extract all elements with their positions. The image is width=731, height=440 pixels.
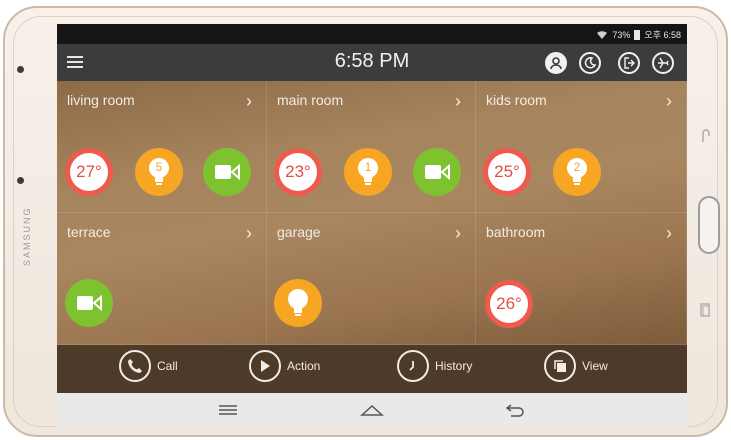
moon-icon [584,57,596,69]
room-name: bathroom [486,224,546,240]
airplane-icon [658,57,669,69]
rooms-grid: living room › 27° 5 main room › 23° 1 ki… [57,81,687,345]
battery-percent: 73% [612,29,631,40]
menu-icon[interactable] [67,56,83,69]
history-label: History [435,359,473,373]
status-bar: 73% 오후 6:58 [57,24,687,44]
room-name: terrace [67,224,111,240]
battery-icon [634,30,641,40]
chevron-right-icon[interactable]: › [666,91,672,112]
chevron-right-icon[interactable]: › [455,223,461,244]
hardware-recent-icon[interactable] [700,303,710,317]
thermostat-device[interactable]: 23° [274,148,322,196]
view-icon [544,350,576,382]
android-nav-bar [57,393,687,427]
light-count: 5 [155,160,163,174]
wifi-icon [597,30,608,39]
light-count: 1 [364,160,372,174]
play-icon [249,350,281,382]
chevron-right-icon[interactable]: › [666,223,672,244]
camera-device[interactable] [65,279,113,327]
call-button[interactable]: Call [119,350,178,382]
top-bar: 6:58 PM [57,44,687,81]
bulb-icon [288,289,308,316]
camera-device[interactable] [413,148,461,196]
menu-lines-icon[interactable] [215,402,241,418]
camera-icon [425,164,450,180]
temperature-value: 23° [279,153,317,191]
room-name: living room [67,92,135,108]
home-icon[interactable] [359,402,385,418]
camera-icon [77,295,102,311]
thermostat-device[interactable]: 27° [65,148,113,196]
thermostat-device[interactable]: 25° [483,148,531,196]
action-bar: Call Action History View [57,345,687,393]
room-living-room[interactable]: living room › 27° 5 [57,81,267,213]
history-button[interactable]: History [397,350,472,382]
chevron-right-icon[interactable]: › [455,91,461,112]
status-time: 오후 6:58 [644,30,681,40]
room-name: kids room [486,92,547,108]
room-terrace[interactable]: terrace › [57,213,267,345]
chevron-right-icon[interactable]: › [246,91,252,112]
light-count: 2 [573,160,581,174]
room-name: garage [277,224,321,240]
exit-icon [624,57,635,69]
front-camera-icon [17,66,24,73]
flight-mode-button[interactable] [652,52,674,74]
phone-icon [119,350,151,382]
action-button[interactable]: Action [249,350,320,382]
room-name: main room [277,92,344,108]
camera-icon [215,164,240,180]
light-device[interactable]: 5 [135,148,183,196]
profile-button[interactable] [545,52,567,74]
hardware-back-icon[interactable] [700,129,712,143]
action-label: Action [287,359,321,373]
temperature-value: 27° [70,153,108,191]
chevron-right-icon[interactable]: › [246,223,252,244]
exit-button[interactable] [618,52,640,74]
temperature-value: 26° [490,285,528,323]
clock: 6:58 PM [334,50,410,72]
back-icon[interactable] [503,402,529,418]
clock-icon [397,350,429,382]
temperature-value: 25° [488,153,526,191]
room-garage[interactable]: garage › [267,213,476,345]
view-button[interactable]: View [544,350,608,382]
thermostat-device[interactable]: 26° [485,280,533,328]
night-mode-button[interactable] [579,52,601,74]
room-main-room[interactable]: main room › 23° 1 [267,81,476,213]
room-kids-room[interactable]: kids room › 25° 2 [476,81,687,213]
user-icon [550,57,562,70]
call-label: Call [157,359,178,373]
room-bathroom[interactable]: bathroom › 26° [476,213,687,345]
view-label: View [582,359,608,373]
sensor-icon [17,177,24,184]
device-brand: SAMSUNG [22,206,32,266]
hardware-home-button[interactable] [698,196,720,254]
light-device[interactable]: 2 [553,148,601,196]
camera-device[interactable] [203,148,251,196]
light-device[interactable]: 1 [344,148,392,196]
light-device[interactable] [274,279,322,327]
screen: 73% 오후 6:58 6:58 PM living room › 27° 5 [57,24,687,427]
